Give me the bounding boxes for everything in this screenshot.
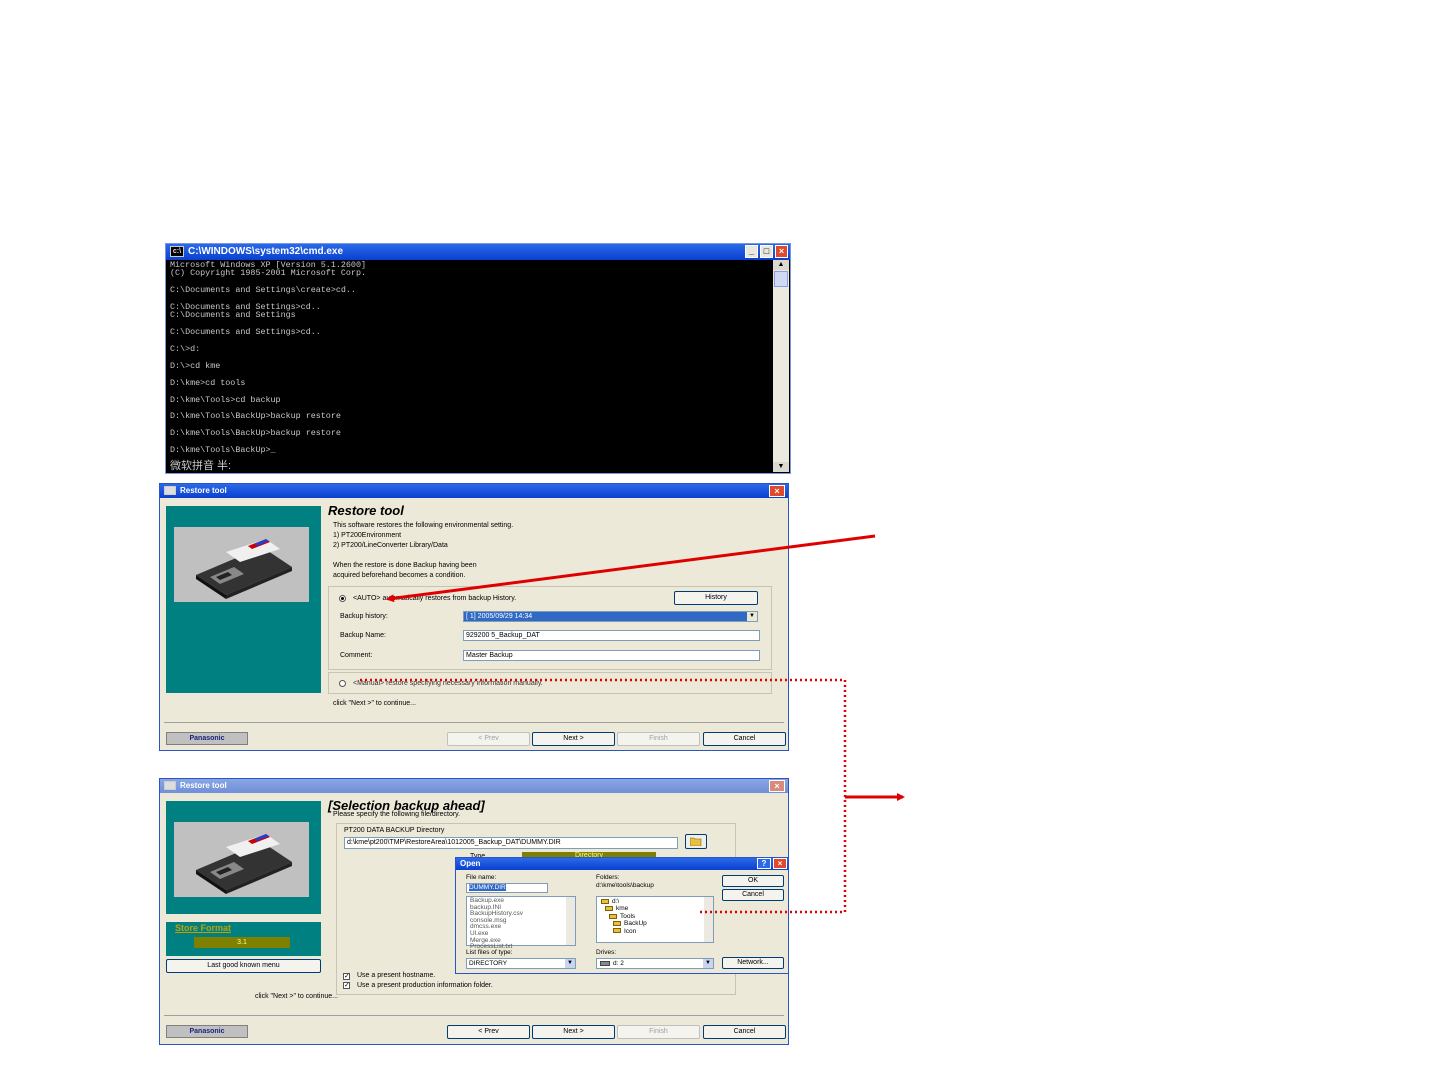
red-arrow-to-auto-option	[386, 534, 876, 603]
annotation-overlay	[360, 534, 905, 914]
dotted-connector	[360, 678, 847, 914]
